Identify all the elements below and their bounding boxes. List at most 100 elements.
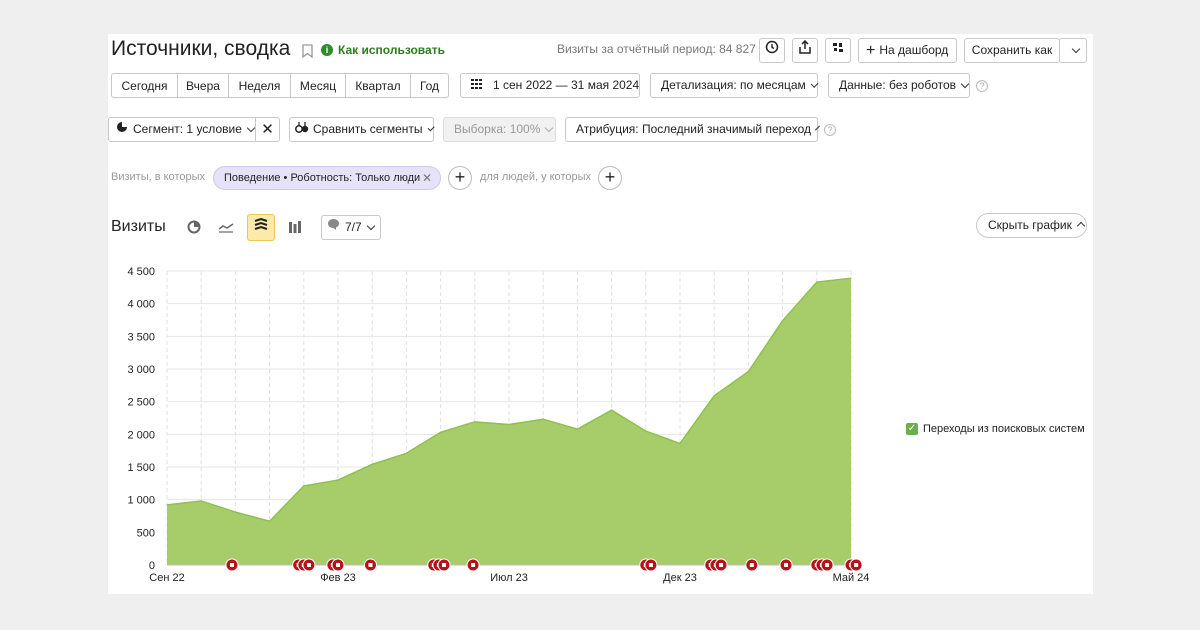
y-tick-label: 4 000: [127, 299, 155, 311]
annotation-marker-icon: [427, 558, 441, 572]
area-chart-icon: [254, 217, 268, 237]
clear-segment-button[interactable]: ✕: [255, 117, 280, 142]
annotation-marker-icon: [326, 558, 340, 572]
attribution-dropdown[interactable]: Атрибуция: Последний значимый переход: [565, 117, 820, 142]
period-week[interactable]: Неделя: [228, 73, 291, 98]
area-chart-toggle[interactable]: [247, 214, 275, 241]
annotation-marker-glyph: [825, 563, 830, 567]
chevron-down-icon: [545, 123, 554, 132]
y-tick-label: 500: [137, 527, 155, 539]
period-year[interactable]: Год: [410, 73, 449, 98]
annotation-marker-icon: [714, 558, 728, 572]
series-area: [167, 278, 851, 565]
hide-chart-button[interactable]: Скрыть график: [976, 213, 1087, 238]
data-point: [542, 418, 544, 420]
comment-icon: [327, 216, 340, 239]
legend-item[interactable]: ✓ Переходы из поисковых систем: [906, 423, 1085, 435]
puzzle-icon: [831, 39, 845, 62]
annotation-marker-glyph: [814, 563, 819, 567]
line-chart-icon[interactable]: [218, 220, 234, 239]
data-point: [816, 281, 818, 283]
annotation-marker-icon: [810, 558, 824, 572]
annotation-marker-icon: [709, 558, 723, 572]
annotation-marker-icon: [704, 558, 718, 572]
annotation-marker-glyph: [719, 563, 724, 567]
chevron-down-icon: [960, 79, 970, 88]
data-filter-dropdown[interactable]: Данные: без роботов: [828, 73, 970, 98]
compare-segments-dropdown[interactable]: Сравнить сегменты: [289, 117, 435, 142]
add-visit-condition-button[interactable]: +: [448, 166, 472, 190]
annotation-marker-glyph: [749, 563, 754, 567]
api-button[interactable]: [825, 38, 851, 63]
y-tick-label: 1 500: [127, 462, 155, 474]
annotation-marker-icon: [225, 558, 239, 572]
save-options-dropdown[interactable]: [1059, 38, 1087, 63]
help-icon[interactable]: ?: [824, 124, 836, 136]
annotation-marker-glyph: [471, 563, 476, 567]
data-point: [200, 500, 202, 502]
help-icon[interactable]: ?: [976, 80, 988, 92]
annotation-marker-icon: [437, 558, 451, 572]
annotation-marker-glyph: [854, 563, 859, 567]
annotation-marker-glyph: [431, 563, 436, 567]
annotation-marker-glyph: [849, 563, 853, 567]
annotation-marker-glyph: [708, 563, 713, 567]
data-point: [440, 431, 442, 433]
annotation-marker-icon: [644, 558, 658, 572]
annotation-marker-glyph: [713, 563, 718, 567]
chevron-down-icon: [1071, 44, 1081, 53]
x-tick-label: Сен 22: [149, 572, 184, 584]
annotation-marker-icon: [815, 558, 829, 572]
pie-chart-icon[interactable]: [187, 220, 201, 239]
annotation-marker-glyph: [648, 563, 653, 567]
how-to-use-link[interactable]: i Как использовать: [321, 43, 445, 57]
sample-dropdown[interactable]: Выборка: 100%: [443, 117, 556, 142]
pie-icon: [116, 118, 128, 141]
annotation-marker-glyph: [330, 563, 335, 567]
period-quarter[interactable]: Квартал: [345, 73, 411, 98]
data-point: [782, 320, 784, 322]
y-tick-label: 3 000: [127, 364, 155, 376]
data-point: [679, 442, 681, 444]
people-label: для людей, у которых: [480, 171, 591, 183]
y-tick-label: 4 500: [127, 266, 155, 278]
date-range-picker[interactable]: 1 сен 2022 — 31 мая 2024: [460, 73, 640, 98]
data-point: [508, 424, 510, 426]
annotations-dropdown[interactable]: 7/7: [321, 215, 381, 240]
segment-dropdown[interactable]: Сегмент: 1 условие: [108, 117, 256, 142]
data-point: [474, 421, 476, 423]
history-button[interactable]: [759, 38, 785, 63]
detail-dropdown[interactable]: Детализация: по месяцам: [650, 73, 819, 98]
export-button[interactable]: [792, 38, 818, 63]
checkbox-checked-icon: ✓: [906, 423, 918, 435]
y-tick-label: 0: [149, 560, 155, 572]
chart-title: Визиты: [111, 218, 166, 235]
annotation-marker-icon: [302, 558, 316, 572]
period-today[interactable]: Сегодня: [111, 73, 178, 98]
annotation-marker-glyph: [336, 563, 340, 567]
share-icon: [798, 39, 812, 62]
bookmark-icon[interactable]: [302, 44, 313, 63]
data-point: [611, 409, 613, 411]
compare-icon: [295, 118, 309, 141]
bar-chart-icon[interactable]: [288, 220, 302, 239]
chevron-up-icon: [1076, 221, 1086, 231]
save-as-button[interactable]: Сохранить как: [964, 38, 1060, 63]
add-to-dashboard-button[interactable]: + На дашборд: [858, 38, 957, 63]
period-yesterday[interactable]: Вчера: [177, 73, 229, 98]
close-icon: ✕: [261, 121, 274, 138]
filter-prefix: Визиты, в которых: [111, 171, 205, 183]
y-tick-label: 2 000: [127, 429, 155, 441]
annotation-marker-icon: [639, 558, 653, 572]
annotation-marker-glyph: [368, 563, 373, 567]
filter-chip[interactable]: Поведение • Роботность: Только люди ✕: [213, 166, 441, 190]
data-point: [713, 395, 715, 397]
report-frame: Источники, сводка i Как использовать Виз…: [108, 34, 1093, 594]
chip-close-icon[interactable]: ✕: [422, 167, 432, 189]
annotation-marker-icon: [331, 558, 345, 572]
annotation-marker-icon: [844, 558, 858, 572]
add-people-condition-button[interactable]: +: [598, 166, 622, 190]
annotation-marker-glyph: [229, 563, 234, 567]
period-month[interactable]: Месяц: [290, 73, 346, 98]
data-point: [747, 371, 749, 373]
